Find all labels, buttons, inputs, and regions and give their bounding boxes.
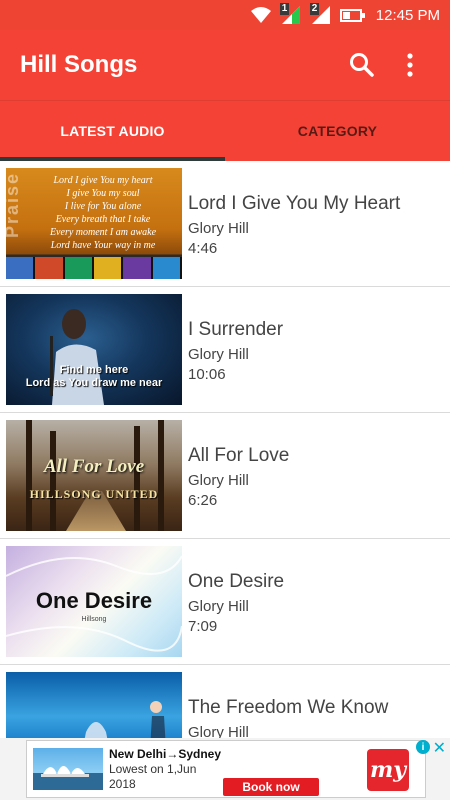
thumbnail-lyric: Find me here: [59, 364, 129, 376]
clock: 12:45 PM: [375, 6, 440, 24]
song-meta: All For Love Glory Hill 6:26: [188, 420, 289, 511]
list-item[interactable]: One Desire Hillsong One Desire Glory Hil…: [0, 539, 450, 665]
signal-sim2-icon: 2: [309, 3, 332, 25]
song-title: All For Love: [188, 445, 290, 466]
status-bar: 1 2 12:45 PM: [0, 0, 450, 30]
song-title: One Desire: [188, 571, 285, 592]
thumbnail-lyric: Lord as You draw me near: [25, 377, 163, 389]
tree-trunk: [50, 431, 56, 531]
song-duration: 4:46: [188, 240, 218, 257]
wifi-icon: [250, 6, 272, 24]
song-artist: Glory Hill: [188, 220, 249, 237]
lyric-line: Every moment I am awake: [49, 227, 157, 238]
thumbnail-subtitle: Hillsong: [81, 616, 107, 623]
song-meta: I Surrender Glory Hill 10:06: [188, 294, 283, 385]
search-button[interactable]: [342, 45, 382, 85]
tab-bar: LATEST AUDIO CATEGORY: [0, 100, 450, 161]
song-artist: Glory Hill: [188, 346, 249, 363]
song-duration: 10:06: [188, 366, 226, 383]
song-artist: Glory Hill: [188, 724, 249, 738]
tab-category-label: CATEGORY: [297, 123, 378, 139]
song-title: The Freedom We Know: [188, 697, 389, 718]
overflow-menu-button[interactable]: [390, 45, 430, 85]
song-title: Lord I Give You My Heart: [188, 193, 401, 214]
thumbnail-strip: [6, 257, 182, 279]
song-meta: The Freedom We Know Glory Hill: [188, 672, 388, 738]
app-bar: Hill Songs: [0, 30, 450, 100]
song-thumbnail: Find me here Lord as You draw me near: [6, 294, 182, 405]
battery-icon: [339, 8, 365, 22]
ad-book-now-button[interactable]: Book now: [223, 778, 319, 796]
ad-close-icon[interactable]: ✕: [433, 738, 446, 758]
song-title: I Surrender: [188, 319, 284, 340]
battery-level: [342, 11, 350, 19]
song-duration: 7:09: [188, 618, 218, 635]
thumbnail-lyrics: Lord I give You my heart I give You my s…: [28, 174, 178, 252]
sim1-label: 1: [279, 3, 290, 15]
more-vert-icon: [407, 53, 413, 77]
thumbnail-side-text: Praise: [6, 172, 22, 239]
app-title: Hill Songs: [20, 51, 138, 78]
song-artist: Glory Hill: [188, 598, 249, 615]
song-list[interactable]: Praise Lord I give You my heart I give Y…: [0, 161, 450, 738]
tab-latest-audio[interactable]: LATEST AUDIO: [0, 101, 225, 161]
lyric-line: Every breath that I take: [55, 214, 151, 225]
ad-info-icon[interactable]: i: [416, 740, 430, 754]
thumbnail-figures: [84, 701, 166, 738]
song-meta: Lord I Give You My Heart Glory Hill 4:46: [188, 168, 400, 259]
singer-figure: [50, 309, 104, 405]
ad-content[interactable]: New Delhi→Sydney Lowest on 1,Jun 2018 Bo…: [26, 740, 426, 798]
tab-latest-audio-label: LATEST AUDIO: [60, 123, 165, 139]
search-icon: [350, 53, 374, 77]
lyric-line: Lord I give You my heart: [53, 175, 153, 186]
tab-category[interactable]: CATEGORY: [225, 101, 450, 161]
lyric-line: I live for You alone: [64, 201, 142, 212]
song-meta: One Desire Glory Hill 7:09: [188, 546, 284, 637]
song-thumbnail: [6, 672, 182, 738]
lyric-line: I give You my soul: [66, 188, 140, 199]
signal-sim1-icon: 1: [279, 3, 302, 25]
ad-banner: New Delhi→Sydney Lowest on 1,Jun 2018 Bo…: [0, 738, 450, 800]
song-thumbnail: Praise Lord I give You my heart I give Y…: [6, 168, 182, 279]
opera-house-icon: [41, 766, 89, 777]
song-thumbnail: One Desire Hillsong: [6, 546, 182, 657]
song-thumbnail: All For Love HILLSONG UNITED: [6, 420, 182, 531]
thumbnail-subtitle: HILLSONG UNITED: [29, 487, 159, 501]
tree-trunk: [134, 426, 140, 531]
list-item[interactable]: Find me here Lord as You draw me near I …: [0, 287, 450, 413]
thumbnail-title: All For Love: [43, 456, 145, 477]
song-artist: Glory Hill: [188, 472, 249, 489]
list-item[interactable]: All For Love HILLSONG UNITED All For Lov…: [0, 413, 450, 539]
song-duration: 6:26: [188, 492, 218, 509]
list-item[interactable]: Praise Lord I give You my heart I give Y…: [0, 161, 450, 287]
sim2-label: 2: [309, 3, 320, 15]
thumbnail-title: One Desire: [35, 588, 153, 613]
ad-image: [33, 748, 103, 790]
ad-logo: my: [367, 749, 409, 791]
list-item[interactable]: The Freedom We Know Glory Hill: [0, 665, 450, 738]
lyric-line: Lord have Your way in me: [50, 240, 156, 251]
